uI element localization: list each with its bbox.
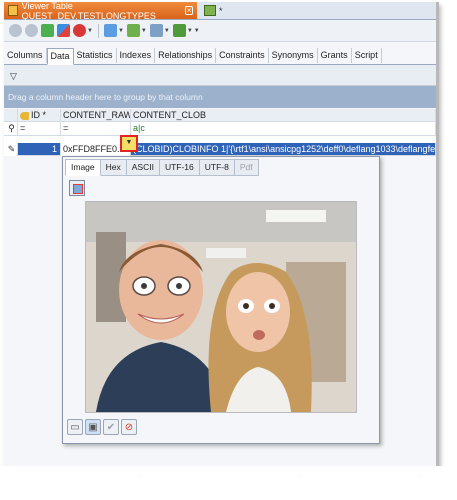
tab-relationships[interactable]: Relationships bbox=[155, 48, 217, 63]
overflow-chevron-icon[interactable]: ▼ bbox=[194, 28, 200, 34]
column-header-id[interactable]: ID * bbox=[18, 109, 61, 122]
tab-ascii[interactable]: ASCII bbox=[126, 159, 160, 176]
filter-row: ⚲ = = a|c bbox=[4, 122, 436, 136]
tab-image[interactable]: Image bbox=[65, 159, 101, 176]
forward-icon[interactable] bbox=[25, 24, 38, 37]
tab-utf8[interactable]: UTF-8 bbox=[199, 159, 235, 176]
save-icon[interactable]: ▣ bbox=[85, 419, 101, 435]
tab-indexes[interactable]: Indexes bbox=[117, 48, 156, 63]
tab-hex[interactable]: Hex bbox=[100, 159, 127, 176]
back-icon[interactable] bbox=[9, 24, 22, 37]
group-by-area[interactable]: Drag a column header here to group by th… bbox=[4, 86, 436, 108]
open-folder-icon[interactable]: ▭ bbox=[67, 419, 83, 435]
key-icon bbox=[20, 111, 29, 120]
chevron-down-icon[interactable]: ▼ bbox=[141, 28, 147, 34]
tab-editor-label: * bbox=[219, 5, 223, 16]
torn-edge-decoration bbox=[0, 466, 457, 486]
table-row[interactable]: ✎ 1 0xFFD8FFE0... (CLOBID)CLOBINFO 1|'{\… bbox=[4, 143, 436, 156]
row-indicator-header bbox=[4, 109, 18, 122]
toolbar: ▼ ▼ ▼ ▼ ▼ ▼ bbox=[4, 20, 436, 42]
content-raw-filter-operator[interactable]: = bbox=[61, 122, 131, 135]
chevron-down-icon[interactable]: ▼ bbox=[87, 28, 93, 34]
tab-viewer-table[interactable]: Viewer Table QUEST_DEV.TESTLONGTYPES × bbox=[4, 2, 197, 21]
chevron-down-icon[interactable]: ▼ bbox=[164, 28, 170, 34]
tools-icon[interactable] bbox=[172, 24, 186, 37]
tab-columns[interactable]: Columns bbox=[4, 48, 47, 63]
object-subtabs: Columns Data Statistics Indexes Relation… bbox=[4, 48, 436, 65]
content-clob-filter-operator[interactable]: a|c bbox=[131, 122, 436, 135]
refresh-icon[interactable] bbox=[41, 24, 54, 37]
id-filter-operator[interactable]: = bbox=[18, 122, 61, 135]
tab-utf16[interactable]: UTF-16 bbox=[159, 159, 200, 176]
tab-grants[interactable]: Grants bbox=[318, 48, 352, 63]
grid-header-row: ID * CONTENT_RAW CONTENT_CLOB bbox=[4, 109, 436, 122]
filter-icon[interactable]: ▽ bbox=[10, 71, 17, 82]
editor-icon bbox=[204, 5, 216, 16]
blob-viewer-tabs: Image Hex ASCII UTF-16 UTF-8 Pdf bbox=[65, 159, 259, 176]
tab-viewer-table-label: Viewer Table QUEST_DEV.TESTLONGTYPES bbox=[21, 2, 156, 21]
chevron-down-icon[interactable]: ▼ bbox=[118, 28, 124, 34]
photo-image bbox=[86, 202, 356, 412]
close-icon[interactable]: × bbox=[185, 6, 193, 15]
cell-id[interactable]: 1 bbox=[18, 143, 61, 156]
checkmark-icon: ✔ bbox=[103, 419, 119, 435]
toolbar-separator bbox=[97, 23, 99, 38]
stop-icon[interactable] bbox=[73, 24, 86, 37]
blob-dropdown-button[interactable]: ▼ bbox=[120, 135, 138, 152]
blob-image-preview bbox=[85, 201, 357, 413]
cell-content-clob[interactable]: (CLOBID)CLOBINFO 1|'{\rtf1\ansi\ansicpg1… bbox=[131, 143, 436, 156]
grid-icon[interactable] bbox=[103, 24, 117, 37]
print-icon[interactable] bbox=[149, 24, 163, 37]
fit-image-icon[interactable] bbox=[69, 180, 85, 196]
tab-script[interactable]: Script bbox=[352, 48, 382, 63]
edit-data-icon[interactable] bbox=[57, 24, 70, 37]
column-header-content-clob[interactable]: CONTENT_CLOB bbox=[131, 109, 436, 122]
tab-editor[interactable]: * bbox=[204, 2, 223, 19]
blob-viewer-actions: ▭ ▣ ✔ ⊘ bbox=[67, 419, 137, 435]
application-window: Viewer Table QUEST_DEV.TESTLONGTYPES × *… bbox=[4, 2, 439, 469]
tab-synonyms[interactable]: Synonyms bbox=[269, 48, 318, 63]
document-tab-bar: Viewer Table QUEST_DEV.TESTLONGTYPES × * bbox=[4, 2, 436, 21]
filter-row-indicator-icon: ⚲ bbox=[4, 122, 18, 135]
tab-statistics[interactable]: Statistics bbox=[74, 48, 117, 63]
tab-pdf: Pdf bbox=[234, 159, 259, 176]
table-viewer-icon bbox=[8, 5, 18, 16]
tab-data[interactable]: Data bbox=[46, 48, 74, 65]
blob-viewer-popup: Image Hex ASCII UTF-16 UTF-8 Pdf ▭ ▣ ✔ ⊘ bbox=[62, 156, 380, 444]
filter-bar: ▽ bbox=[4, 65, 436, 86]
column-header-content-raw[interactable]: CONTENT_RAW bbox=[61, 109, 131, 122]
cancel-icon[interactable]: ⊘ bbox=[121, 419, 137, 435]
chevron-down-icon[interactable]: ▼ bbox=[187, 28, 193, 34]
tab-constraints[interactable]: Constraints bbox=[216, 48, 269, 63]
export-icon[interactable] bbox=[126, 24, 140, 37]
pencil-icon: ✎ bbox=[4, 143, 18, 156]
